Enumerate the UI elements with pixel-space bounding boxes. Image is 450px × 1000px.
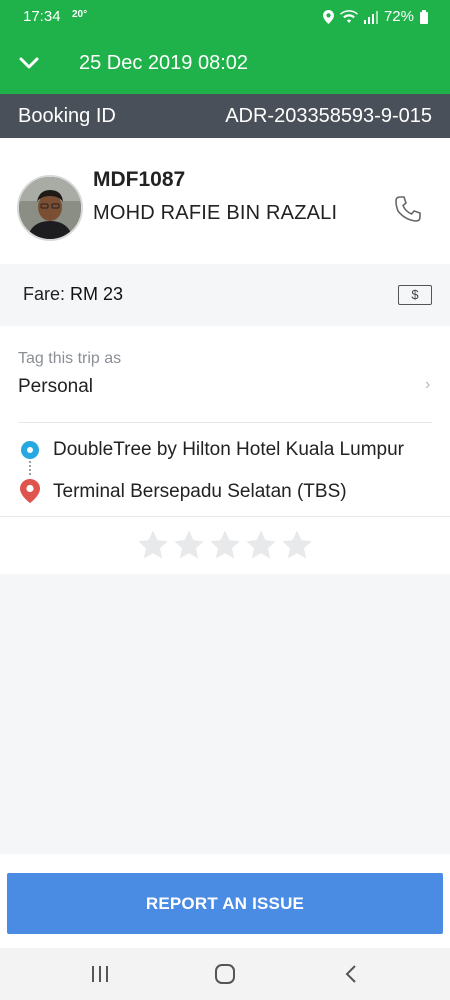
- battery-icon: [420, 9, 428, 24]
- tag-trip-row[interactable]: Tag this trip as Personal ›: [0, 326, 450, 422]
- tag-trip-value: Personal: [18, 376, 93, 397]
- rating-star-icon[interactable]: [281, 529, 313, 561]
- system-nav-bar: [0, 948, 450, 1000]
- chevron-down-icon[interactable]: [18, 52, 40, 74]
- rating-stars: [137, 529, 313, 561]
- status-bar: 17:34 20° 72%: [0, 0, 450, 34]
- back-icon[interactable]: [340, 964, 364, 984]
- pickup-location: DoubleTree by Hilton Hotel Kuala Lumpur: [53, 439, 404, 460]
- wifi-icon: [339, 9, 358, 23]
- recent-apps-icon[interactable]: [88, 964, 112, 984]
- rating-star-icon[interactable]: [137, 529, 169, 561]
- fare-amount: RM 23: [70, 284, 124, 304]
- location-icon: [322, 9, 334, 24]
- fare-text: Fare: RM 23: [23, 284, 123, 305]
- fare-label: Fare:: [23, 284, 66, 304]
- rating-star-icon[interactable]: [245, 529, 277, 561]
- booking-id-bar: Booking ID ADR-203358593-9-015: [0, 94, 450, 138]
- driver-name: MOHD RAFIE BIN RAZALI: [93, 202, 338, 224]
- route-connector: [29, 461, 31, 475]
- trip-date: 25 Dec 2019 08:02: [79, 52, 249, 74]
- rating-star-icon[interactable]: [173, 529, 205, 561]
- dropoff-location: Terminal Bersepadu Selatan (TBS): [53, 481, 347, 502]
- home-icon[interactable]: [213, 964, 237, 984]
- status-time: 17:34: [23, 8, 61, 25]
- fare-row: Fare: RM 23 $: [0, 264, 450, 326]
- divider: [0, 516, 450, 517]
- trip-header: 25 Dec 2019 08:02: [0, 34, 450, 94]
- signal-icon: [363, 10, 378, 24]
- trip-details: Tag this trip as Personal › DoubleTree b…: [0, 326, 450, 574]
- driver-avatar: [17, 175, 83, 241]
- battery-percent: 72%: [383, 8, 414, 25]
- driver-card: MDF1087 MOHD RAFIE BIN RAZALI: [0, 138, 450, 264]
- booking-id-value: ADR-203358593-9-015: [225, 105, 432, 127]
- dropoff-pin-icon: [20, 479, 40, 503]
- chevron-right-icon: ›: [425, 376, 431, 393]
- pickup-dot-icon: [21, 441, 39, 459]
- status-temperature: 20°: [72, 9, 88, 20]
- booking-id-label: Booking ID: [18, 105, 116, 127]
- status-icons: 72%: [322, 8, 428, 25]
- avatar-image: [19, 177, 81, 239]
- cash-payment-icon: $: [398, 285, 432, 305]
- divider: [18, 422, 432, 423]
- report-issue-button[interactable]: REPORT AN ISSUE: [7, 873, 443, 934]
- vehicle-plate: MDF1087: [93, 168, 186, 191]
- phone-icon[interactable]: [393, 194, 423, 224]
- tag-trip-label: Tag this trip as: [18, 350, 122, 367]
- rating-star-icon[interactable]: [209, 529, 241, 561]
